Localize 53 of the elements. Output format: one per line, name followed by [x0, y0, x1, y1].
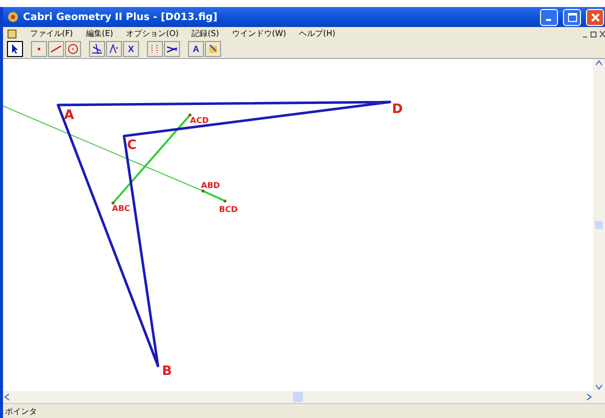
- paint-tool[interactable]: [205, 41, 221, 57]
- dotted-tool[interactable]: [147, 41, 163, 57]
- point-label: C: [127, 138, 137, 153]
- maximize-button[interactable]: [563, 8, 581, 26]
- point-label: ABD: [201, 181, 220, 190]
- menu-item[interactable]: 編集(E): [86, 28, 114, 39]
- point-label: B: [162, 364, 172, 379]
- segment: [202, 190, 226, 202]
- scroll-up-icon[interactable]: [595, 59, 603, 67]
- line-icon: [50, 43, 62, 55]
- scroll-thumb[interactable]: [595, 221, 603, 229]
- circle-tool[interactable]: [65, 41, 81, 57]
- perpendicular-tool[interactable]: [89, 41, 105, 57]
- text-tool[interactable]: A: [188, 41, 204, 57]
- scroll-left-icon[interactable]: [3, 393, 11, 401]
- symmetry-icon: [108, 43, 120, 55]
- point-label: ACD: [190, 116, 209, 125]
- app-icon: [7, 11, 19, 23]
- display-tool[interactable]: [164, 41, 180, 57]
- paint-icon: [207, 43, 219, 55]
- document-icon: [7, 28, 17, 38]
- point: [224, 200, 226, 202]
- window-title: Cabri Geometry II Plus - [D013.fig]: [23, 12, 218, 22]
- vertical-scrollbar[interactable]: [593, 59, 605, 391]
- point-label: A: [64, 108, 74, 123]
- minimize-button[interactable]: [540, 8, 558, 26]
- circle-icon: [67, 43, 79, 55]
- point: [202, 190, 204, 192]
- point: [112, 202, 114, 204]
- symmetry-tool[interactable]: [106, 41, 122, 57]
- pointer-tool[interactable]: [7, 41, 23, 57]
- calculate-tool[interactable]: X: [123, 41, 139, 57]
- scroll-thumb[interactable]: [293, 392, 303, 402]
- horizontal-scrollbar[interactable]: [3, 391, 605, 403]
- point-label: BCD: [219, 205, 238, 214]
- close-button[interactable]: [586, 8, 604, 26]
- scroll-down-icon[interactable]: [595, 383, 603, 391]
- child-window-controls-icon[interactable]: [583, 30, 605, 38]
- menu-item[interactable]: オプション(O): [126, 28, 179, 39]
- point-label: D: [392, 102, 403, 117]
- point-label: ABC: [112, 204, 130, 213]
- menu-item[interactable]: 記録(S): [192, 28, 220, 39]
- menu-item[interactable]: ウインドウ(W): [232, 28, 286, 39]
- point: [188, 114, 192, 116]
- close-icon: [590, 12, 600, 22]
- menu-item[interactable]: ヘルプ(H): [299, 28, 336, 39]
- pointer-icon: [9, 43, 21, 55]
- menu-item[interactable]: ファイル(F): [30, 28, 73, 39]
- perpendicular-icon: [91, 43, 103, 55]
- status-text: ポインタ: [5, 406, 37, 416]
- maximize-icon: [568, 12, 576, 22]
- line-tool[interactable]: [48, 41, 64, 57]
- scroll-right-icon[interactable]: [585, 393, 593, 401]
